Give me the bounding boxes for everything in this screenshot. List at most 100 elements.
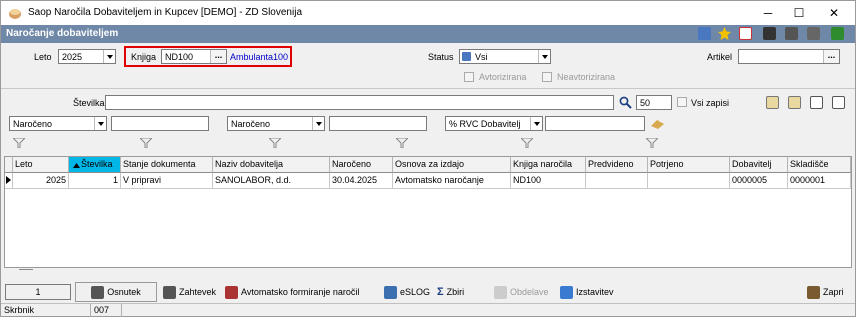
column-header[interactable]: Naziv dobavitelja [213,157,330,173]
row-indicator-header [5,157,13,173]
filter-icon[interactable] [396,138,408,148]
chevron-down-icon[interactable] [530,117,542,130]
app-icon [9,9,21,19]
printer-icon[interactable] [763,27,776,40]
filter-2-select[interactable]: Naročeno [227,116,325,131]
pdf-icon[interactable] [739,27,752,40]
neavtorizirana-checkbox[interactable] [542,72,552,82]
edit-notes-icon[interactable] [832,96,845,109]
status-user: Skrbnik [4,305,35,315]
table-cell[interactable] [586,173,648,189]
osnutek-button[interactable]: Osnutek [75,282,157,302]
vsi-zapisi-checkbox[interactable] [677,97,687,107]
maximize-button[interactable]: ☐ [784,3,814,23]
row-indicator[interactable] [5,173,13,189]
title-bar: Saop Naročila Dobaviteljem in Kupcev [DE… [1,1,855,25]
table-cell[interactable]: 1 [69,173,121,189]
form-title: Naročanje dobaviteljem [6,28,119,39]
chevron-down-icon[interactable] [312,117,324,130]
edit-document-icon[interactable] [810,96,823,109]
knjiga-lookup-button[interactable]: ... [210,50,226,63]
stevilka-input[interactable] [105,95,614,110]
table-cell[interactable]: SANOLABOR, d.d. [213,173,330,189]
eslog-icon [384,285,397,299]
table-cell[interactable]: 2025 [13,173,69,189]
minimize-button[interactable]: ─ [753,3,783,23]
column-header[interactable]: Dobavitelj [730,157,788,173]
printer-icon [163,285,176,299]
table-cell[interactable]: 30.04.2025 [330,173,393,189]
avtorizirana-label: Avtorizirana [479,72,527,82]
avtorizirana-checkbox[interactable] [464,72,474,82]
status-label: Status [428,52,454,62]
filter-3-select[interactable]: % RVC Dobavitelj [445,116,543,131]
status-bar: Skrbnik 007 [1,303,855,317]
filter-icon[interactable] [13,138,25,148]
column-header[interactable]: Skladišče [788,157,851,173]
stevilka-label: Številka [73,98,105,108]
filter-icon[interactable] [646,138,658,148]
calculator-icon[interactable] [698,27,711,40]
close-button[interactable]: ✕ [819,3,849,23]
status-code: 007 [94,305,110,315]
knjiga-field[interactable]: ND100... [161,49,227,64]
new-document-icon[interactable] [766,96,779,109]
orders-grid[interactable]: Leto Številka Stanje dokumenta Naziv dob… [4,156,852,270]
table-cell[interactable]: 0000005 [730,173,788,189]
table-cell[interactable] [648,173,730,189]
filter-icon[interactable] [521,138,533,148]
column-header[interactable]: Knjiga naročila [511,157,586,173]
zahtevek-button[interactable]: Zahtevek [163,282,216,302]
exit-icon[interactable] [831,27,844,40]
filter-1-select[interactable]: Naročeno [9,116,107,131]
zapri-button[interactable]: Zapri [807,282,844,302]
status-separator [121,304,122,317]
artikel-lookup-button[interactable]: ... [823,50,839,63]
record-count: 1 [5,284,71,300]
column-header[interactable]: Stanje dokumenta [121,157,213,173]
neavtorizirana-label: Neavtorizirana [557,72,616,82]
process-icon [494,285,507,299]
filter-icon[interactable] [140,138,152,148]
status-icon [462,52,471,61]
obdelave-button[interactable]: Obdelave [494,282,549,302]
table-cell[interactable]: 0000001 [788,173,851,189]
exit-icon [807,285,820,299]
status-select[interactable]: Vsi [459,49,551,64]
table-cell[interactable]: V pripravi [121,173,213,189]
filter-1-input[interactable] [111,116,209,131]
column-header[interactable]: Osnova za izdajo [393,157,511,173]
issue-icon [560,285,573,299]
add-document-icon[interactable] [788,96,801,109]
main-window: Saop Naročila Dobaviteljem in Kupcev [DE… [0,0,856,317]
filter-3-input[interactable] [545,116,645,131]
paste-icon[interactable] [807,27,820,40]
eslog-button[interactable]: eSLOG [384,282,430,302]
divider [1,88,855,89]
limit-stepper[interactable]: 50 [636,95,672,110]
chevron-down-icon[interactable] [103,50,115,63]
knjiga-link[interactable]: Ambulanta100 [230,52,288,62]
table-cell[interactable]: Avtomatsko naročanje [393,173,511,189]
chevron-down-icon[interactable] [94,117,106,130]
status-separator [90,304,91,317]
column-header[interactable]: Predvideno [586,157,648,173]
table-cell[interactable]: ND100 [511,173,586,189]
printer-icon [91,285,105,299]
copy-icon[interactable] [785,27,798,40]
leto-label: Leto [34,52,52,62]
filter-icon[interactable] [269,138,281,148]
column-header[interactable]: Potrjeno [648,157,730,173]
avtomatsko-button[interactable]: Avtomatsko formiranje naročil [225,282,359,302]
izstavitev-button[interactable]: Izstavitev [560,282,614,302]
column-header[interactable]: Naročeno [330,157,393,173]
eraser-icon[interactable] [651,120,664,129]
zbiri-button[interactable]: Σ Zbiri [437,282,464,302]
column-header[interactable]: Leto [13,157,69,173]
search-icon[interactable] [619,96,632,109]
artikel-field[interactable]: ... [738,49,840,64]
chevron-down-icon[interactable] [538,50,550,63]
filter-2-input[interactable] [329,116,427,131]
leto-select[interactable]: 2025 [58,49,116,64]
star-icon[interactable] [718,27,731,40]
